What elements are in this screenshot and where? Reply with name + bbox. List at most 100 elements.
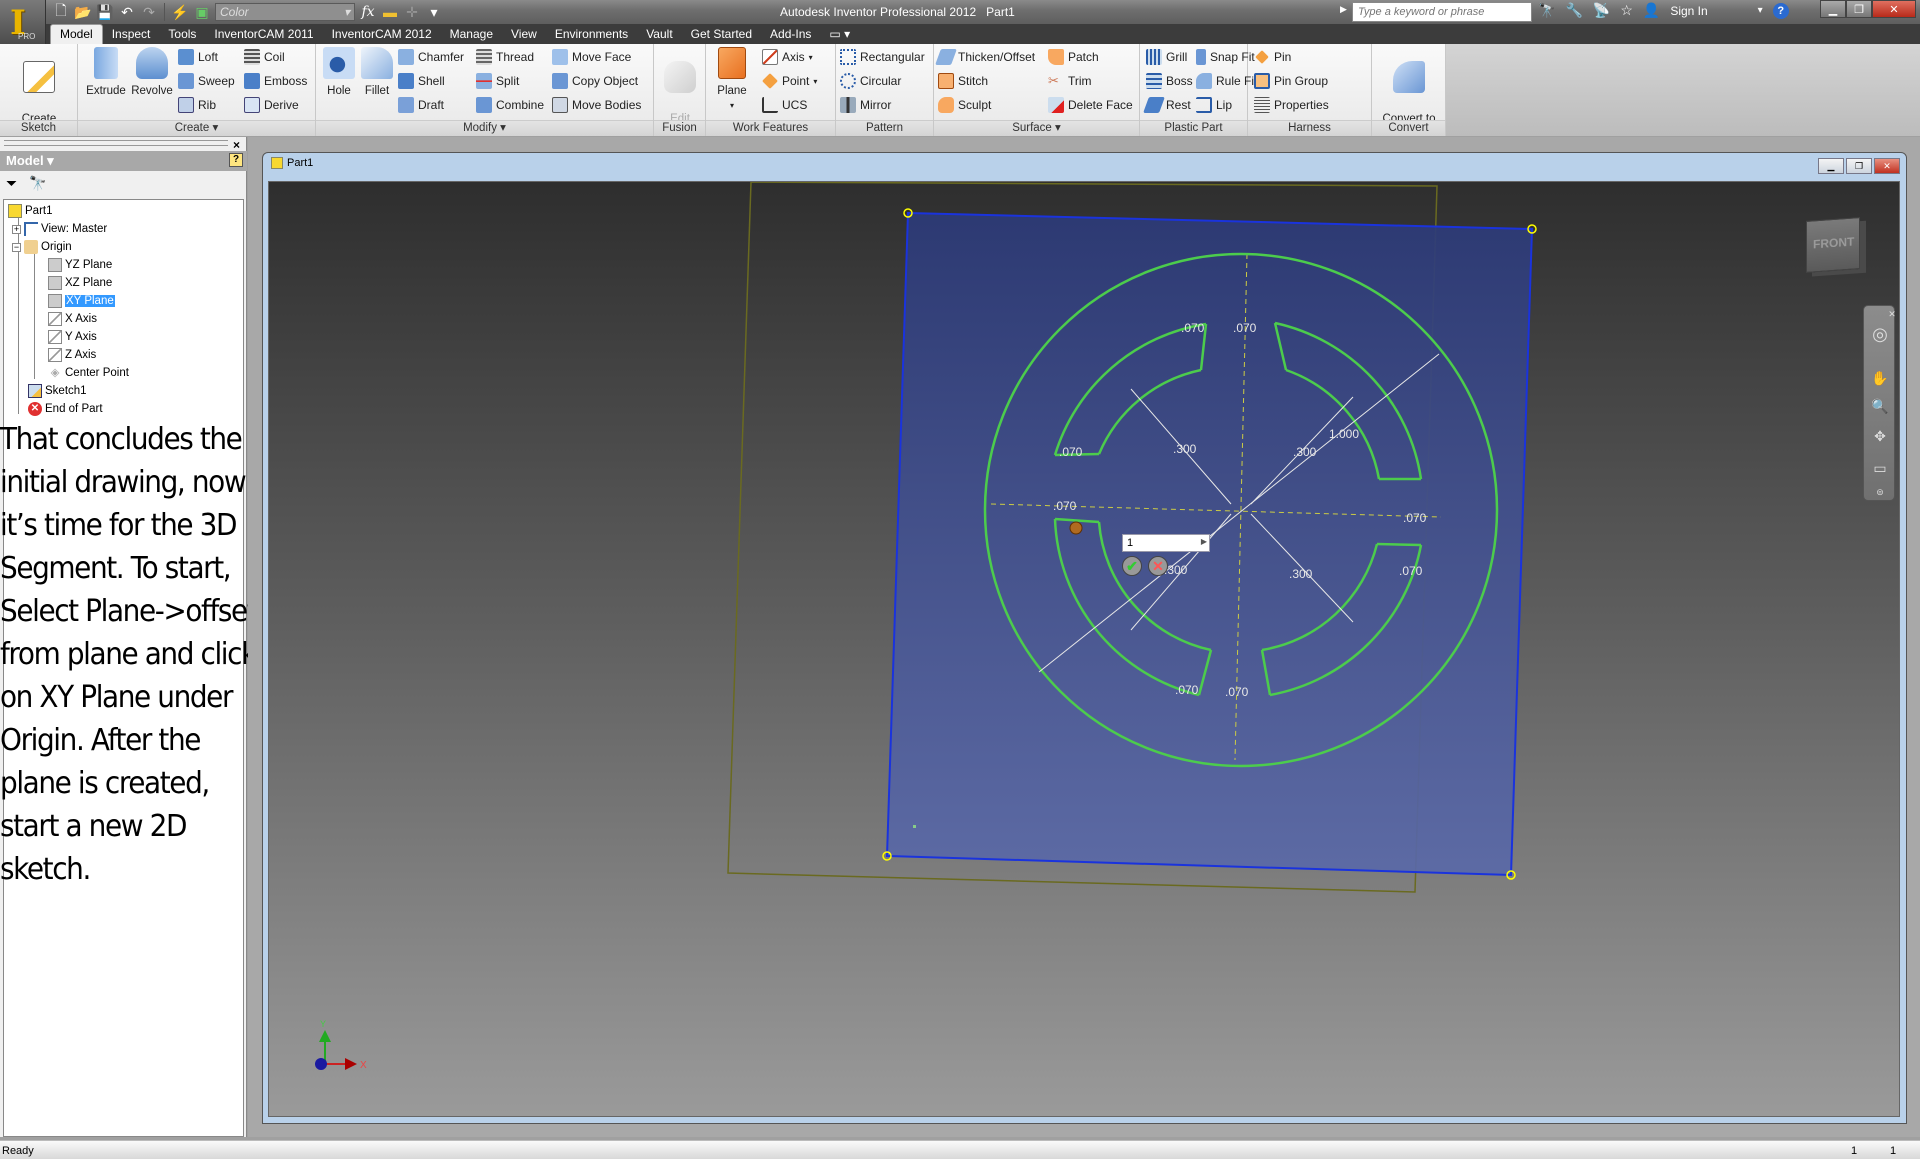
- rest-button[interactable]: Rest: [1143, 94, 1191, 116]
- boss-button[interactable]: Boss: [1146, 70, 1193, 92]
- tree-item-end-of-part[interactable]: ✕ End of Part: [28, 400, 103, 418]
- chevron-down-icon[interactable]: ▾: [1758, 5, 1763, 16]
- tab-inspect[interactable]: Inspect: [103, 25, 160, 44]
- delete-face-button[interactable]: Delete Face: [1048, 94, 1133, 116]
- steering-wheel-icon[interactable]: ◎: [1870, 324, 1890, 344]
- pan-hand-icon[interactable]: ✋: [1870, 368, 1890, 388]
- viewcube[interactable]: FRONT: [1806, 217, 1860, 273]
- dimension-label[interactable]: .070: [1059, 445, 1083, 459]
- tree-item-xy-plane[interactable]: XY Plane: [48, 292, 115, 310]
- point-button[interactable]: Point ▾: [762, 70, 817, 92]
- binoculars-icon[interactable]: 🔭: [1538, 2, 1555, 19]
- satellite-icon[interactable]: 📡: [1593, 2, 1610, 19]
- new-icon[interactable]: 🗋: [52, 2, 70, 21]
- tree-item-yz-plane[interactable]: YZ Plane: [48, 256, 112, 274]
- tree-item-view-master[interactable]: + View: Master: [12, 220, 107, 238]
- loft-button[interactable]: Loft: [178, 46, 218, 68]
- move-bodies-button[interactable]: Move Bodies: [552, 94, 641, 116]
- mirror-button[interactable]: Mirror: [840, 94, 891, 116]
- patch-button[interactable]: Patch: [1048, 46, 1099, 68]
- dimension-label[interactable]: .070: [1403, 511, 1427, 525]
- application-menu-button[interactable]: I PRO: [0, 0, 46, 46]
- trim-button[interactable]: ✂ Trim: [1048, 70, 1092, 92]
- doc-restore-button[interactable]: ❐: [1846, 158, 1872, 174]
- dimension-label[interactable]: .300: [1293, 445, 1317, 459]
- circular-pattern-button[interactable]: Circular: [840, 70, 901, 92]
- dimension-label[interactable]: .070: [1399, 564, 1423, 578]
- move-face-button[interactable]: Move Face: [552, 46, 631, 68]
- undo-icon[interactable]: ↶: [118, 3, 136, 21]
- grill-button[interactable]: Grill: [1146, 46, 1187, 68]
- stitch-button[interactable]: Stitch: [938, 70, 988, 92]
- dimension-label[interactable]: .070: [1053, 499, 1077, 513]
- look-at-icon[interactable]: ▭: [1870, 458, 1890, 478]
- tree-item-center-point[interactable]: ◈ Center Point: [48, 364, 129, 382]
- browser-header[interactable]: Model ▾ ?: [0, 151, 247, 171]
- help-icon[interactable]: ?: [1772, 2, 1789, 19]
- tab-vault[interactable]: Vault: [637, 25, 681, 44]
- snap-fit-button[interactable]: Snap Fit: [1196, 46, 1255, 68]
- doc-minimize-button[interactable]: ▁: [1818, 158, 1844, 174]
- thread-button[interactable]: Thread: [476, 46, 534, 68]
- measure-icon[interactable]: ▬: [381, 3, 399, 21]
- orbit-icon[interactable]: ✥: [1870, 426, 1890, 446]
- search-input[interactable]: [1352, 2, 1532, 22]
- tab-inventorcam-2012[interactable]: InventorCAM 2012: [323, 25, 441, 44]
- copy-object-button[interactable]: Copy Object: [552, 70, 638, 92]
- pin-button[interactable]: Pin: [1254, 46, 1291, 68]
- restore-button[interactable]: ❐: [1846, 0, 1872, 18]
- expand-arrow-icon[interactable]: ▶: [1201, 537, 1207, 546]
- dimension-label[interactable]: .070: [1181, 321, 1205, 335]
- search-expand-icon[interactable]: ▶: [1340, 4, 1347, 15]
- fillet-button[interactable]: Fillet: [358, 47, 396, 98]
- sweep-button[interactable]: Sweep: [178, 70, 235, 92]
- panel-label-modify[interactable]: Modify ▾: [316, 120, 653, 136]
- revolve-button[interactable]: Revolve: [128, 47, 176, 98]
- derive-button[interactable]: Derive: [244, 94, 299, 116]
- dimension-label[interactable]: .300: [1289, 567, 1313, 581]
- wrench-icon[interactable]: 🔧: [1565, 2, 1582, 19]
- select-icon[interactable]: ▣: [193, 3, 211, 21]
- extrude-button[interactable]: Extrude: [84, 47, 128, 98]
- lip-button[interactable]: Lip: [1196, 94, 1232, 116]
- save-icon[interactable]: 💾: [96, 3, 114, 21]
- tree-item-part1[interactable]: Part1: [8, 202, 53, 220]
- collapse-icon[interactable]: −: [12, 242, 21, 252]
- combine-button[interactable]: Combine: [476, 94, 544, 116]
- close-icon[interactable]: ✕: [1882, 304, 1899, 324]
- cancel-dimension-button[interactable]: ✕: [1148, 556, 1168, 576]
- color-combo[interactable]: Color ▾: [215, 3, 355, 21]
- coil-button[interactable]: Coil: [244, 46, 285, 68]
- tree-item-xz-plane[interactable]: XZ Plane: [48, 274, 112, 292]
- thicken-offset-button[interactable]: Thicken/Offset: [935, 46, 1035, 68]
- split-button[interactable]: Split: [476, 70, 519, 92]
- ribbon-display-toggle[interactable]: ▭ ▾: [820, 25, 859, 44]
- harness-properties-button[interactable]: Properties: [1254, 94, 1329, 116]
- tab-add-ins[interactable]: Add-Ins: [761, 25, 820, 44]
- hole-button[interactable]: Hole: [320, 47, 358, 98]
- plus-icon[interactable]: ✛: [403, 3, 421, 21]
- tab-environments[interactable]: Environments: [546, 25, 637, 44]
- dimension-label[interactable]: 1.000: [1329, 427, 1359, 441]
- chamfer-button[interactable]: Chamfer: [398, 46, 464, 68]
- draft-button[interactable]: Draft: [398, 94, 444, 116]
- shell-button[interactable]: Shell: [398, 70, 445, 92]
- dimension-label[interactable]: .070: [1233, 321, 1257, 335]
- ucs-button[interactable]: UCS: [762, 94, 807, 116]
- zoom-icon[interactable]: 🔍: [1870, 396, 1890, 416]
- update-icon[interactable]: ⚡: [171, 3, 189, 21]
- sign-in-button[interactable]: Sign In: [1670, 4, 1707, 18]
- customize-icon[interactable]: ⊜: [1870, 482, 1890, 502]
- emboss-button[interactable]: Emboss: [244, 70, 307, 92]
- open-icon[interactable]: 📂: [74, 3, 92, 21]
- expand-icon[interactable]: +: [12, 224, 21, 234]
- redo-icon[interactable]: ↷: [140, 3, 158, 21]
- dimension-value-input[interactable]: 1 ▶: [1122, 534, 1210, 552]
- accept-dimension-button[interactable]: ✔: [1122, 556, 1142, 576]
- tab-inventorcam-2011[interactable]: InventorCAM 2011: [205, 25, 322, 44]
- tab-model[interactable]: Model: [50, 24, 103, 44]
- tree-item-origin[interactable]: − Origin: [12, 238, 72, 256]
- pin-group-button[interactable]: Pin Group: [1254, 70, 1328, 92]
- tab-get-started[interactable]: Get Started: [682, 25, 761, 44]
- tree-item-z-axis[interactable]: Z Axis: [48, 346, 96, 364]
